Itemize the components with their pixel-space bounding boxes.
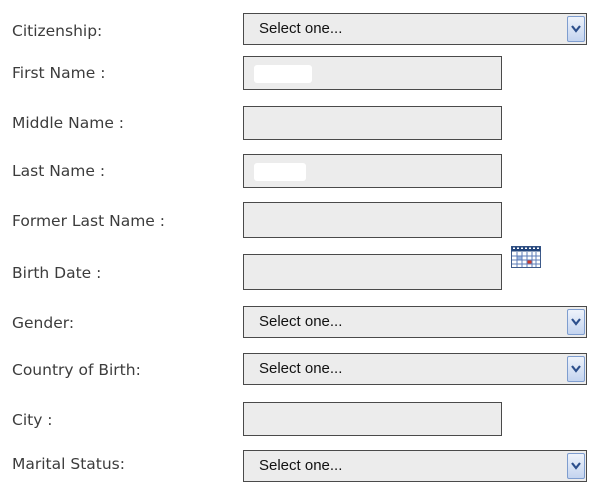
birth-date-label: Birth Date :	[12, 264, 102, 282]
form-row-city: City :	[0, 402, 589, 442]
form-row-former-last-name: Former Last Name :	[0, 202, 589, 242]
calendar-icon[interactable]	[511, 246, 541, 268]
former-last-name-input[interactable]	[243, 202, 502, 238]
form-row-birth-date: Birth Date :	[0, 254, 589, 294]
first-name-label: First Name :	[12, 64, 106, 82]
last-name-label: Last Name :	[12, 162, 106, 180]
last-name-input[interactable]	[243, 154, 502, 188]
former-last-name-label: Former Last Name :	[12, 212, 165, 230]
form-row-citizenship: Citizenship: Select one...	[0, 10, 589, 50]
gender-select-value: Select one...	[259, 313, 343, 330]
gender-select[interactable]: Select one...	[243, 306, 587, 338]
citizenship-label: Citizenship:	[12, 22, 103, 40]
chevron-down-icon[interactable]	[567, 309, 585, 335]
redacted-value	[254, 65, 312, 83]
gender-label: Gender:	[12, 314, 75, 332]
form-row-last-name: Last Name :	[0, 154, 589, 194]
city-input[interactable]	[243, 402, 502, 436]
form-row-country-of-birth: Country of Birth: Select one...	[0, 350, 589, 390]
middle-name-label: Middle Name :	[12, 114, 125, 132]
redacted-value	[254, 163, 306, 181]
middle-name-input[interactable]	[243, 106, 502, 140]
chevron-down-icon[interactable]	[567, 356, 585, 382]
marital-status-label: Marital Status:	[12, 455, 125, 473]
chevron-down-icon[interactable]	[567, 453, 585, 479]
country-of-birth-label: Country of Birth:	[12, 361, 141, 379]
country-of-birth-select-value: Select one...	[259, 360, 343, 377]
marital-status-select-value: Select one...	[259, 457, 343, 474]
citizenship-select[interactable]: Select one...	[243, 13, 587, 45]
first-name-input[interactable]	[243, 56, 502, 90]
birth-date-input[interactable]	[243, 254, 502, 290]
chevron-down-icon[interactable]	[567, 16, 585, 42]
country-of-birth-select[interactable]: Select one...	[243, 353, 587, 385]
city-label: City :	[12, 411, 53, 429]
form-row-middle-name: Middle Name :	[0, 106, 589, 146]
form-row-first-name: First Name :	[0, 56, 589, 96]
citizenship-select-value: Select one...	[259, 20, 343, 37]
form-row-marital-status: Marital Status: Select one...	[0, 448, 589, 488]
form-row-gender: Gender: Select one...	[0, 304, 589, 344]
marital-status-select[interactable]: Select one...	[243, 450, 587, 482]
